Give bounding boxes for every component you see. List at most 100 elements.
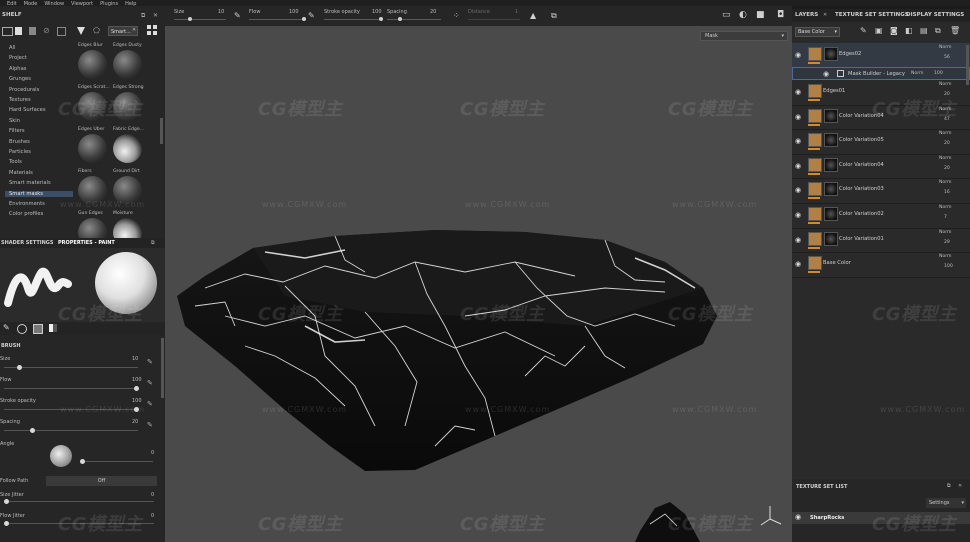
eye-icon[interactable]: ◉ [795,113,801,121]
layer-opacity[interactable]: 20 [944,141,950,146]
mirror-icon[interactable]: ⧉ [551,11,557,20]
flow-slider[interactable] [249,19,305,20]
smart-mask-thumbnail[interactable] [113,134,142,163]
tab-properties-paint[interactable]: PROPERTIES - PAINT [58,240,115,246]
layer-blend-mode[interactable]: Norm [939,254,952,259]
layer-blend-mode[interactable]: Norm [939,205,952,210]
close-icon[interactable]: ✕ [958,483,962,489]
layer-opacity[interactable]: 29 [944,240,950,245]
add-mask-icon[interactable]: ▣ [875,26,883,35]
float-panel-icon[interactable]: ⧉ [141,12,145,20]
category-item[interactable]: All [9,45,15,51]
import-icon[interactable] [29,27,36,35]
tab-texture-set-settings[interactable]: TEXTURE SET SETTINGS [835,12,909,18]
camera-frame-icon[interactable]: ▭ [722,11,731,20]
eye-icon[interactable]: ◉ [823,70,829,78]
category-item[interactable]: Color profiles [9,211,43,217]
tag-icon[interactable]: ⬠ [93,26,100,35]
category-item[interactable]: Smart masks [5,190,73,197]
screenshot-icon[interactable]: ◘ [777,11,784,20]
category-item[interactable]: Brushes [9,139,30,145]
layer-row[interactable]: ◉ Color Variation04 Norm 20 [792,154,970,180]
clear-search-icon[interactable]: ✕ [132,27,136,33]
layer-mask-thumbnail[interactable] [824,157,838,172]
brush-param-slider[interactable] [4,430,138,431]
symmetry-icon[interactable]: ▲ [530,11,536,20]
size-slider-handle[interactable] [188,17,192,21]
layer-mask-thumbnail[interactable] [824,231,838,246]
distance-slider[interactable] [468,19,520,20]
brush-param-slider[interactable] [4,388,138,389]
float-panel-icon[interactable]: ⧉ [151,240,155,246]
eye-icon[interactable]: ◉ [795,186,801,194]
category-item[interactable]: Environments [9,201,45,207]
category-item[interactable]: Grunges [9,76,31,82]
category-item[interactable]: Project [9,55,27,61]
stencil-icon[interactable] [33,324,43,334]
tab-display-settings[interactable]: DISPLAY SETTINGS [906,12,964,18]
layer-row[interactable]: ◉ Color Variation01 Norm 29 [792,228,970,254]
flow-pressure-icon[interactable]: ✎ [308,11,315,20]
layer-opacity[interactable]: 20 [944,166,950,171]
eye-icon[interactable]: ◉ [795,137,801,145]
category-item[interactable]: Alphas [9,66,26,72]
delete-icon[interactable]: 🗑 [950,26,960,35]
material-icon[interactable] [49,324,57,332]
brush-param-handle[interactable] [134,386,139,391]
tab-layers[interactable]: LAYERS [795,12,818,18]
new-resource-icon[interactable] [15,27,22,35]
layer-blend-mode[interactable]: Norm [939,45,952,50]
follow-path-toggle[interactable]: Off [46,476,157,486]
size-slider[interactable] [174,19,226,20]
add-folder-icon[interactable]: ▤ [920,26,928,35]
channel-select[interactable]: Base Color ▾ [795,27,840,37]
layer-blend-mode[interactable]: Norm [939,156,952,161]
spacing-slider-handle[interactable] [398,17,402,21]
duplicate-icon[interactable]: ⧉ [935,26,941,36]
eye-icon[interactable]: ◉ [795,513,801,521]
stroke-opacity-handle[interactable] [379,17,383,21]
category-item[interactable]: Skin [9,118,20,124]
layer-row[interactable]: ◉ Color Variation05 Norm 20 [792,129,970,155]
alpha-icon[interactable] [17,324,27,334]
smart-mask-thumbnail[interactable] [113,50,142,79]
layer-mask-thumbnail[interactable] [824,207,838,221]
eye-icon[interactable]: ◉ [795,162,801,170]
category-item[interactable]: Materials [9,170,33,176]
layer-mask-thumbnail[interactable] [824,133,838,148]
add-layer-icon[interactable]: ◧ [905,26,913,35]
layer-mask-thumbnail[interactable] [824,182,838,197]
shelf-scrollbar[interactable] [160,118,163,144]
category-item[interactable]: Filters [9,128,25,134]
flow-slider-handle[interactable] [302,17,306,21]
brush-icon[interactable]: ✎ [3,323,10,332]
eye-icon[interactable]: ◉ [795,260,801,268]
category-item[interactable]: Hard Surfaces [9,107,46,113]
filter-icon[interactable] [77,27,85,35]
smart-mask-thumbnail[interactable] [78,50,107,79]
category-item[interactable]: Tools [9,159,22,165]
layer-blend-mode[interactable]: Norm [939,180,952,185]
layer-row[interactable]: ◉ Color Variation02 Norm 7 [792,203,970,229]
pressure-icon[interactable]: ✎ [147,421,153,429]
mask-builder-row[interactable]: ◉ Mask Builder - Legacy Norm 100 [792,67,970,80]
spacing-slider[interactable] [387,19,441,20]
layer-mask-thumbnail[interactable] [824,47,838,61]
pressure-icon[interactable]: ✎ [147,358,153,366]
float-panel-icon[interactable]: ⧉ [947,483,951,489]
size-pressure-icon[interactable]: ✎ [234,11,241,20]
add-effect-icon[interactable]: ✎ [860,26,867,35]
eye-icon[interactable]: ◉ [795,51,801,59]
layer-opacity[interactable]: 100 [934,71,943,76]
layer-opacity[interactable]: 16 [944,190,950,195]
record-icon[interactable]: ■ [756,11,765,20]
hide-icon[interactable]: ⊘ [43,26,50,35]
settings-dropdown[interactable]: Settings ▾ [926,498,966,508]
stroke-opacity-slider[interactable] [324,19,382,20]
layer-blend-mode[interactable]: Norm [939,230,952,235]
close-icon[interactable]: ✕ [823,12,827,18]
eye-icon[interactable]: ◉ [795,88,801,96]
layers-scrollbar[interactable] [966,45,969,85]
brush-param-slider[interactable] [4,367,138,368]
eye-icon[interactable]: ◉ [795,236,801,244]
